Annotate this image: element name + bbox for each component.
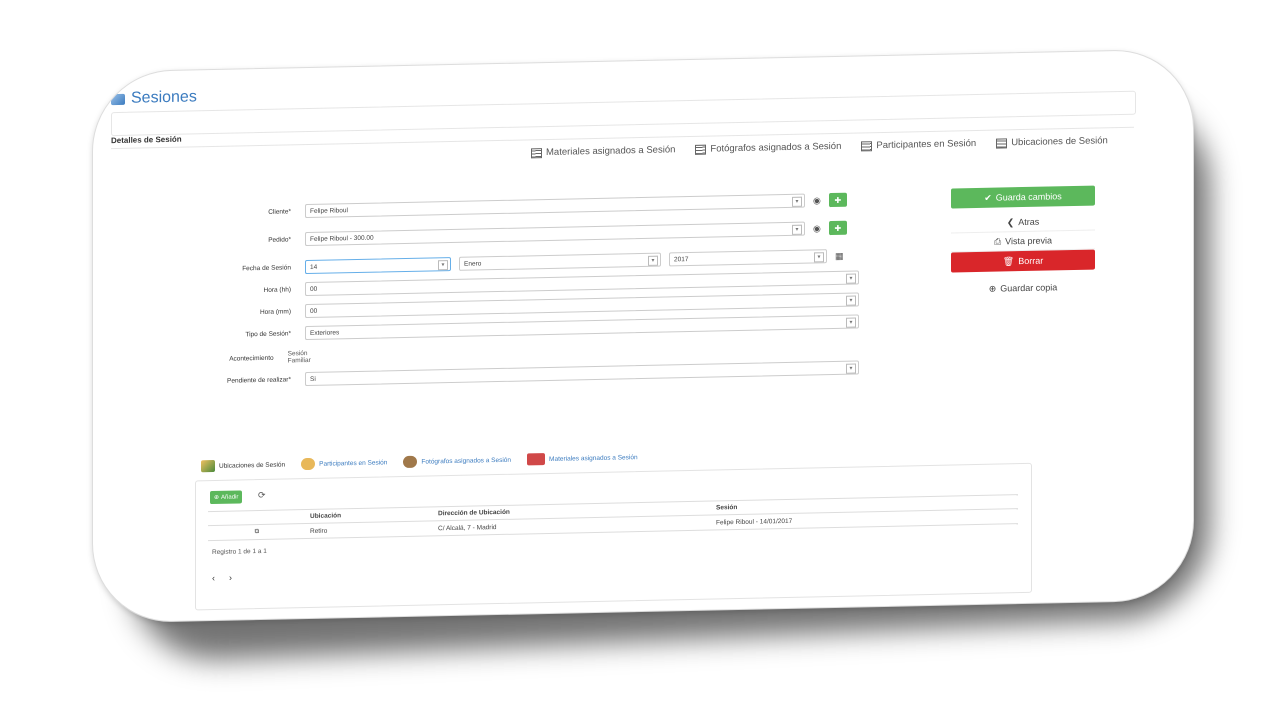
plus-icon: ⊕ [214,494,220,501]
select-tipo[interactable]: Exteriores ▼ [305,314,859,341]
save-button[interactable]: ✔ Guarda cambios [951,185,1095,209]
refresh-icon[interactable]: ⟳ [258,490,266,501]
pager: ‹ › [212,573,232,583]
chevron-down-icon: ▼ [438,260,448,271]
materials-icon [527,453,546,466]
calendar-icon[interactable]: ▦ [835,250,844,261]
grid-icon [695,144,707,155]
tab-fotografos[interactable]: Fotógrafos asignados a Sesión [695,141,841,155]
section-title: Detalles de Sesión [111,134,182,146]
select-hora-hh[interactable]: 00 ▼ [305,270,859,297]
chevron-left-icon: ❮ [1006,216,1015,227]
label-acontecimiento: Acontecimiento [229,354,274,363]
select-month[interactable]: Enero ▼ [459,252,661,271]
select-pendiente[interactable]: Si ▼ [305,360,859,387]
print-icon: ⎙ [993,235,1002,247]
app-card: Sesiones Detalles de Sesión Materiales a… [92,48,1194,624]
screenshot-stage: Sesiones Detalles de Sesión Materiales a… [0,0,1280,720]
sessions-icon [111,93,125,105]
delete-label: Borrar [1018,255,1044,267]
add-cliente-button[interactable]: ✚ [828,192,847,208]
top-tabs: Materiales asignados a Sesión Fotógrafos… [531,135,1108,158]
chevron-down-icon: ▼ [846,295,856,306]
photographer-icon [403,455,418,469]
btab-materiales[interactable]: Materiales asignados a Sesión [527,451,638,466]
label-fecha: Fecha de Sesión [242,263,291,272]
select-pendiente-value: Si [310,375,316,383]
label-pedido: Pedido* [268,235,291,244]
chevron-down-icon: ▼ [846,273,856,284]
bottom-tabs: Ubicaciones de Sesión Participantes en S… [201,451,638,473]
chevron-down-icon: ▼ [648,255,658,266]
grid-icon [531,147,542,158]
preview-label: Vista previa [1005,235,1053,247]
eye-icon[interactable]: ◉ [813,195,821,206]
select-pedido[interactable]: Felipe Riboul - 300.00 ▼ [305,221,805,247]
add-button[interactable]: ⊕ Añadir [210,490,243,505]
ubicaciones-table: Ubicación Dirección de Ubicación Sesión … [208,494,1018,541]
btab-participantes[interactable]: Participantes en Sesión [301,456,387,471]
person-icon [301,457,316,471]
row-acontecimiento: Acontecimiento Sesión Familiar [111,350,328,369]
grid-panel: ⊕ Añadir ⟳ Ubicación Dirección de Ubicaci… [195,462,1032,611]
prev-page-icon[interactable]: ‹ [212,573,215,583]
copy-label: Guardar copia [1000,282,1058,294]
delete-button[interactable]: 🗑 Borrar [951,249,1095,273]
tab-materiales[interactable]: Materiales asignados a Sesión [531,144,675,158]
chevron-down-icon: ▼ [846,363,856,374]
select-day[interactable]: 14 ▼ [305,257,451,275]
plus-icon: ✚ [834,223,842,233]
select-year-value: 2017 [674,255,689,263]
label-cliente: Cliente* [268,207,291,216]
trash-icon: 🗑 [1002,255,1015,266]
row-cliente: Cliente* Felipe Riboul ▼ ◉ ✚ [111,192,847,222]
select-tipo-value: Exteriores [310,328,340,337]
check-icon: ✔ [984,192,992,203]
label-hora-hh: Hora (hh) [263,285,291,294]
select-hora-hh-value: 00 [310,285,318,293]
eye-icon[interactable]: ◉ [813,223,821,234]
landscape-icon [201,459,215,473]
record-count: Registro 1 de 1 a 1 [212,547,267,557]
btab-fotografos[interactable]: Fotógrafos asignados a Sesión [403,454,511,469]
select-pedido-value: Felipe Riboul - 300.00 [310,234,374,243]
chevron-down-icon: ▼ [792,196,802,207]
acontecimiento-value: Sesión Familiar [287,350,311,365]
btab-ubicaciones[interactable]: Ubicaciones de Sesión [201,458,285,473]
select-cliente[interactable]: Felipe Riboul ▼ [305,193,805,219]
label-hora-mm: Hora (mm) [259,307,291,316]
add-pedido-button[interactable]: ✚ [828,220,847,236]
chevron-down-icon: ▼ [792,224,802,235]
tab-participantes[interactable]: Participantes en Sesión [861,138,976,151]
select-month-value: Enero [464,259,482,268]
grid-icon [861,140,873,151]
chevron-down-icon: ▼ [814,252,824,263]
next-page-icon[interactable]: › [229,573,232,583]
label-pendiente: Pendiente de realizar* [227,375,291,385]
add-label: Añadir [221,493,239,501]
page-title: Sesiones [111,88,197,108]
grid-icon [996,137,1008,149]
select-hora-mm-value: 00 [310,307,318,315]
tab-ubicaciones[interactable]: Ubicaciones de Sesión [996,135,1108,148]
select-year[interactable]: 2017 ▼ [669,249,827,267]
select-hora-mm[interactable]: 00 ▼ [305,292,859,319]
action-panel: ✔ Guarda cambios ❮ Atras ⎙ Vista previa 🗑 Bo… [951,185,1095,299]
cell-ubicacion: Retiro [306,520,434,539]
select-cliente-value: Felipe Riboul [310,206,348,215]
row-pedido: Pedido* Felipe Riboul - 300.00 ▼ ◉ ✚ [111,220,847,250]
select-day-value: 14 [310,263,318,271]
plus-icon: ✚ [834,195,842,205]
plus-circle-icon: ⊕ [988,283,997,294]
back-label: Atras [1018,216,1040,228]
save-copy-button[interactable]: ⊕ Guardar copia [951,278,1095,299]
chevron-down-icon: ▼ [846,317,856,328]
save-label: Guarda cambios [995,191,1062,203]
external-link-icon[interactable]: ⧉ [208,523,306,541]
page-title-text: Sesiones [131,88,197,107]
app-content: Sesiones Detalles de Sesión Materiales a… [111,68,1151,611]
label-tipo: Tipo de Sesión* [245,329,291,338]
